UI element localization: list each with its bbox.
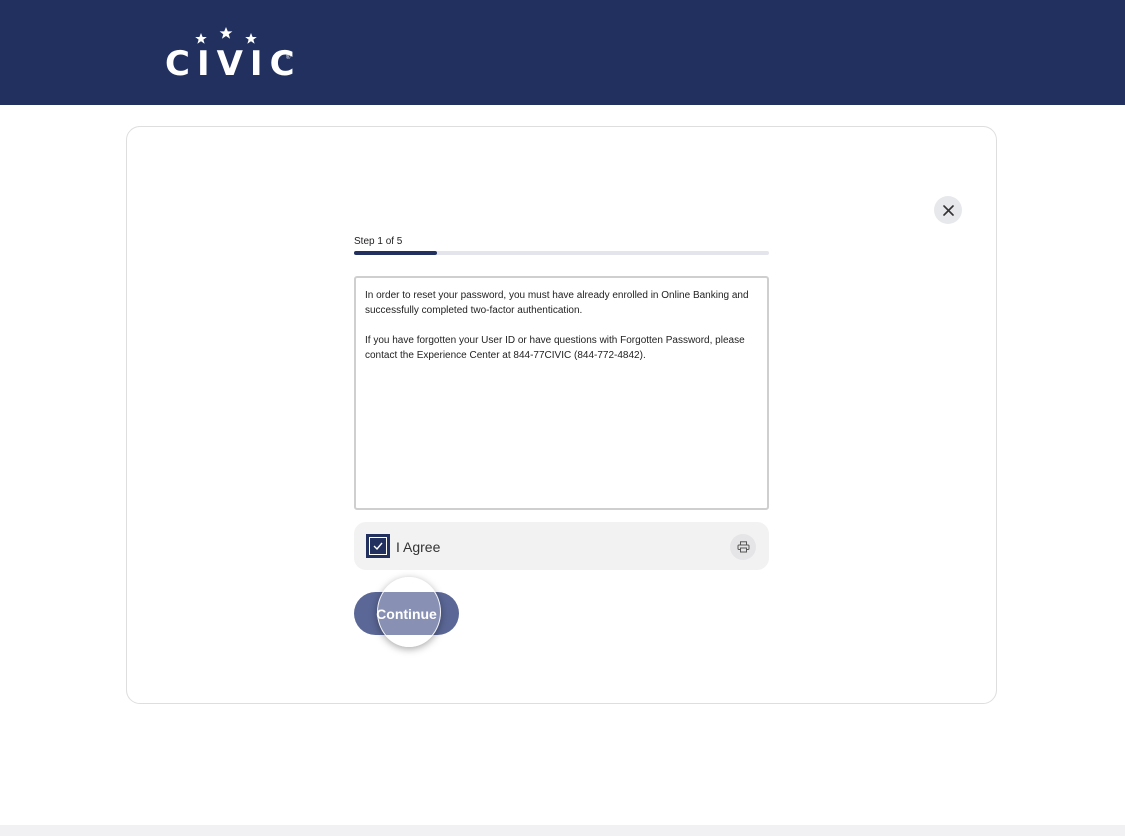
terms-text-box[interactable]: In order to reset your password, you mus… — [354, 276, 769, 510]
step-indicator: Step 1 of 5 — [354, 236, 403, 247]
agreement-row: I Agree — [354, 522, 769, 570]
step-progress-fill — [354, 251, 437, 255]
civic-logo[interactable]: CIVIC ® — [165, 26, 295, 84]
logo-wordmark: CIVIC — [165, 44, 302, 84]
continue-button[interactable]: Continue — [354, 592, 459, 635]
terms-paragraph: If you have forgotten your User ID or ha… — [365, 335, 745, 361]
agree-label[interactable]: I Agree — [396, 539, 440, 555]
terms-paragraph: In order to reset your password, you mus… — [365, 290, 749, 316]
checkmark-icon — [373, 542, 383, 550]
footer-strip — [0, 825, 1125, 836]
agree-checkbox[interactable] — [366, 534, 390, 558]
step-progress-bar — [354, 251, 769, 255]
registered-mark: ® — [286, 55, 291, 61]
reset-password-card: Step 1 of 5 In order to reset your passw… — [126, 126, 997, 704]
close-button[interactable] — [934, 196, 962, 224]
print-icon — [737, 541, 749, 553]
top-header: CIVIC ® — [0, 0, 1125, 105]
print-button[interactable] — [730, 534, 756, 560]
close-icon — [942, 204, 954, 216]
